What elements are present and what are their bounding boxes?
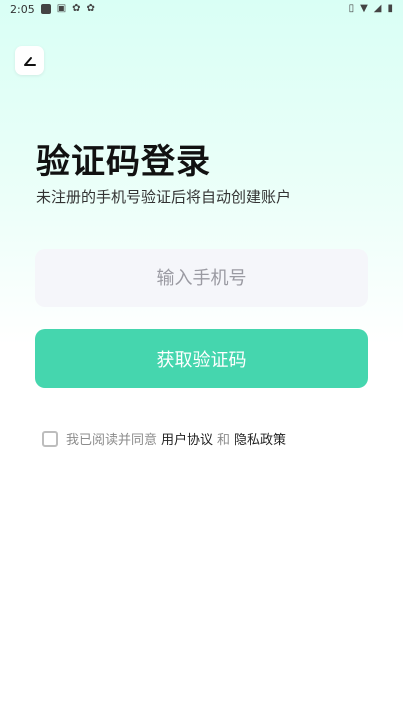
status-left: 2:05 ▣ ✿ ✿ xyxy=(10,3,95,16)
status-right: ▯ ▼ ◢ ▮ xyxy=(349,4,393,14)
agreement-checkbox[interactable] xyxy=(42,430,58,447)
agreement-and: 和 xyxy=(217,433,231,448)
battery-icon: ▮ xyxy=(387,3,393,14)
back-arrow-icon xyxy=(23,56,36,66)
app-notification-icon: ✿ xyxy=(72,3,81,14)
notification-icon xyxy=(40,4,51,14)
get-code-button[interactable]: 获取验证码 xyxy=(35,329,368,388)
status-time: 2:05 xyxy=(10,2,35,16)
page-subtitle: 未注册的手机号验证后将自动创建账户 xyxy=(36,188,292,206)
agreement-prefix: 我已阅读并同意 xyxy=(66,433,158,448)
privacy-policy-link[interactable]: 隐私政策 xyxy=(234,429,286,448)
phone-input[interactable] xyxy=(35,249,368,307)
vibrate-icon: ▯ xyxy=(348,3,355,14)
wifi-icon: ▼ xyxy=(360,3,368,14)
user-agreement-link[interactable]: 用户协议 xyxy=(161,429,213,448)
app-notification-icon-2: ✿ xyxy=(86,3,95,14)
media-icon: ▣ xyxy=(56,3,67,14)
agreement-row: 我已阅读并同意 用户协议 和 隐私政策 xyxy=(42,429,286,448)
back-button[interactable] xyxy=(15,46,44,75)
page-title: 验证码登录 xyxy=(36,142,211,182)
status-bar: 2:05 ▣ ✿ ✿ ▯ ▼ ◢ ▮ xyxy=(0,0,403,18)
signal-icon: ◢ xyxy=(373,3,382,14)
